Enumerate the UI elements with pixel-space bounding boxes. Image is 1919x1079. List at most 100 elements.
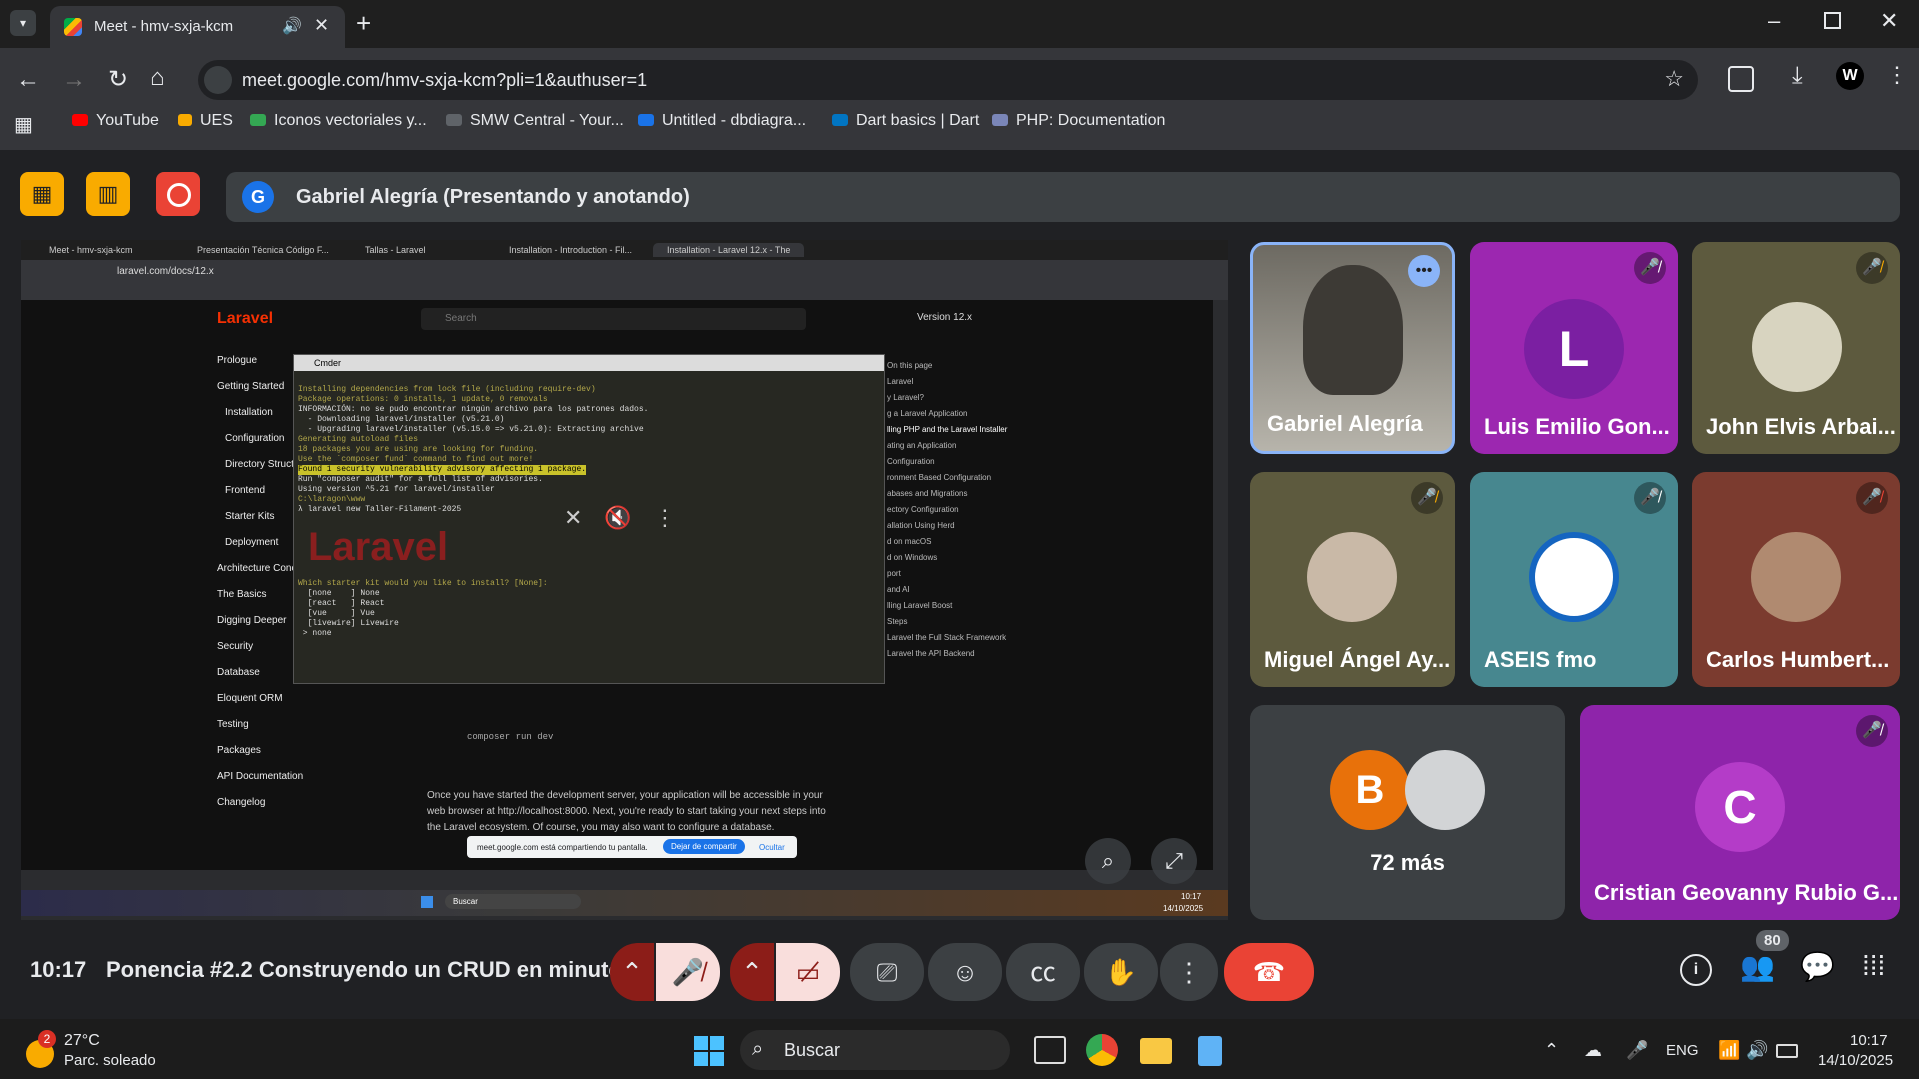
extensions-icon[interactable] xyxy=(1728,66,1754,92)
site-info-icon[interactable] xyxy=(204,66,232,94)
laravel-toc: On this page Laravel y Laravel? g a Lara… xyxy=(887,361,1008,658)
onedrive-icon[interactable]: ☁ xyxy=(1584,1040,1602,1061)
camera-toggle-button[interactable]: ▭̸ xyxy=(776,943,840,1001)
shared-addressbar: laravel.com/docs/12.x xyxy=(21,260,1228,300)
presenter-banner-text: Gabriel Alegría (Presentando y anotando) xyxy=(296,186,690,208)
activities-icon[interactable]: ⁞⁞⁞ xyxy=(1862,950,1885,982)
shared-tab: Installation - Introduction - Fil... xyxy=(509,245,633,255)
zoom-in-button[interactable]: ⌕ xyxy=(1085,838,1131,884)
taskbar-date[interactable]: 14/10/2025 xyxy=(1818,1052,1893,1069)
task-view-icon[interactable] xyxy=(1034,1036,1066,1064)
mic-off-icon: 🎤̸ xyxy=(1634,482,1666,514)
chat-icon[interactable]: 💬 xyxy=(1800,950,1835,983)
participant-tile-john[interactable]: 🎤̸ John Elvis Arbai... xyxy=(1692,242,1900,454)
participant-tile-luis[interactable]: L 🎤̸ Luis Emilio Gon... xyxy=(1470,242,1678,454)
presenter-banner: G Gabriel Alegría (Presentando y anotand… xyxy=(226,172,1900,222)
mic-off-icon: 🎤̸ xyxy=(1634,252,1666,284)
bookmark-star-icon[interactable]: ☆ xyxy=(1664,66,1684,92)
tab-meet[interactable]: Meet - hmv-sxja-kcm 🔊 ✕ xyxy=(50,6,345,48)
back-button[interactable]: ← xyxy=(16,66,40,94)
battery-icon[interactable] xyxy=(1776,1044,1798,1058)
participant-name: Luis Emilio Gon... xyxy=(1484,414,1670,439)
bookmark-ues[interactable]: UES xyxy=(178,112,233,130)
minimize-button[interactable]: – xyxy=(1768,8,1780,34)
participant-tile-carlos[interactable]: 🎤̸ Carlos Humbert... xyxy=(1692,472,1900,687)
more-participants-tile[interactable]: B 72 más xyxy=(1250,705,1565,920)
pin-layout-button[interactable]: ▥ xyxy=(86,172,130,216)
restore-button[interactable] xyxy=(1824,12,1841,29)
leave-call-button[interactable]: ☎ xyxy=(1224,943,1314,1001)
raise-hand-button[interactable]: ✋ xyxy=(1084,943,1158,1001)
shared-url: laravel.com/docs/12.x xyxy=(117,266,214,277)
bookmark-php[interactable]: PHP: Documentation xyxy=(992,112,1165,130)
stop-share-button[interactable]: Dejar de compartir xyxy=(663,839,745,854)
mic-off-icon: 🎤̸ xyxy=(1856,715,1888,747)
bookmark-dart[interactable]: Dart basics | Dart xyxy=(832,112,979,130)
participant-name: Gabriel Alegría xyxy=(1267,411,1423,436)
address-bar[interactable]: meet.google.com/hmv-sxja-kcm?pli=1&authu… xyxy=(198,60,1698,100)
terminal-hover-controls: ✕🔇⋮ xyxy=(564,505,698,530)
share-notice-bar: meet.google.com está compartiendo tu pan… xyxy=(467,836,797,858)
participant-tile-cristian[interactable]: C 🎤̸ Cristian Geovanny Rubio G... xyxy=(1580,705,1900,920)
shared-tab: Meet - hmv-sxja-kcm xyxy=(49,245,133,255)
participant-avatar: L xyxy=(1524,299,1624,399)
tab-close-icon[interactable]: ✕ xyxy=(314,15,329,36)
participant-avatar: B xyxy=(1330,750,1410,830)
menu-kebab-icon[interactable]: ⋮ xyxy=(1886,62,1908,88)
chrome-taskbar-icon[interactable] xyxy=(1086,1034,1118,1066)
laravel-paragraph: Once you have started the development se… xyxy=(427,790,826,833)
home-button[interactable]: ⌂ xyxy=(150,64,165,92)
new-tab-button[interactable]: + xyxy=(356,8,371,39)
bookmark-iconos[interactable]: Iconos vectoriales y... xyxy=(250,112,427,130)
hide-notice-button[interactable]: Ocultar xyxy=(759,843,785,852)
laravel-search: Search xyxy=(421,308,806,330)
reload-button[interactable]: ↻ xyxy=(108,65,128,94)
fullscreen-button[interactable]: ⤢ xyxy=(1151,838,1197,884)
reactions-button[interactable]: ☺ xyxy=(928,943,1002,1001)
forward-button[interactable]: → xyxy=(62,66,86,94)
bookmark-youtube[interactable]: YouTube xyxy=(72,112,159,130)
mic-toggle-button[interactable]: 🎤̸ xyxy=(656,943,720,1001)
more-options-icon[interactable]: ••• xyxy=(1408,255,1440,287)
weather-temp: 27°C xyxy=(64,1032,100,1049)
dbdiagram-icon xyxy=(638,114,654,126)
captions-button[interactable]: ㏄ xyxy=(1006,943,1080,1001)
bookmark-dbdiagram[interactable]: Untitled - dbdiagra... xyxy=(638,112,806,130)
participant-name: John Elvis Arbai... xyxy=(1706,414,1896,439)
participant-tile-gabriel[interactable]: ••• Gabriel Alegría xyxy=(1250,242,1455,454)
start-icon[interactable] xyxy=(694,1036,724,1066)
wifi-icon[interactable]: 📶 xyxy=(1718,1040,1740,1061)
participant-tile-miguel[interactable]: 🎤̸ Miguel Ángel Ay... xyxy=(1250,472,1455,687)
weather-widget[interactable]: 2 27°C Parc. soleado xyxy=(24,1030,224,1070)
close-window-button[interactable]: ✕ xyxy=(1880,8,1898,34)
tray-overflow-icon[interactable]: ⌃ xyxy=(1544,1040,1559,1061)
youtube-icon xyxy=(72,114,88,126)
participant-name: Carlos Humbert... xyxy=(1706,647,1890,672)
tab-search-button[interactable]: ▾ xyxy=(10,10,36,36)
participant-tile-aseis[interactable]: 🎤̸ ASEIS fmo xyxy=(1470,472,1678,687)
mic-tray-icon[interactable]: 🎤 xyxy=(1626,1040,1648,1061)
meeting-time: 10:17 xyxy=(30,957,87,982)
download-icon[interactable]: ⤓ xyxy=(1792,62,1803,90)
tab-audio-icon[interactable]: 🔊 xyxy=(282,16,302,36)
present-screen-button[interactable]: ⎚ xyxy=(850,943,924,1001)
language-indicator[interactable]: ENG xyxy=(1666,1042,1699,1059)
taskbar-search[interactable]: ⌕ Buscar xyxy=(740,1030,1010,1070)
apps-grid-icon[interactable]: ▦ xyxy=(14,112,33,137)
more-count: 72 más xyxy=(1370,850,1445,875)
laravel-ascii-logo: Laravel xyxy=(308,525,449,569)
people-icon[interactable]: 👥 xyxy=(1740,950,1775,983)
volume-icon[interactable]: 🔊 xyxy=(1746,1040,1768,1061)
profile-avatar[interactable]: W xyxy=(1836,62,1864,90)
bookmark-smw[interactable]: SMW Central - Your... xyxy=(446,112,624,130)
ues-icon xyxy=(178,114,192,126)
layout-button[interactable]: ▦ xyxy=(20,172,64,216)
smw-icon xyxy=(446,114,462,126)
more-options-button[interactable]: ⋮ xyxy=(1160,943,1218,1001)
notepad-icon[interactable] xyxy=(1198,1036,1222,1066)
file-explorer-icon[interactable] xyxy=(1140,1038,1172,1064)
presenter-avatar: G xyxy=(242,181,274,213)
record-button[interactable] xyxy=(156,172,200,216)
meeting-info-icon[interactable]: i xyxy=(1680,954,1712,986)
taskbar-clock[interactable]: 10:17 xyxy=(1850,1032,1888,1049)
